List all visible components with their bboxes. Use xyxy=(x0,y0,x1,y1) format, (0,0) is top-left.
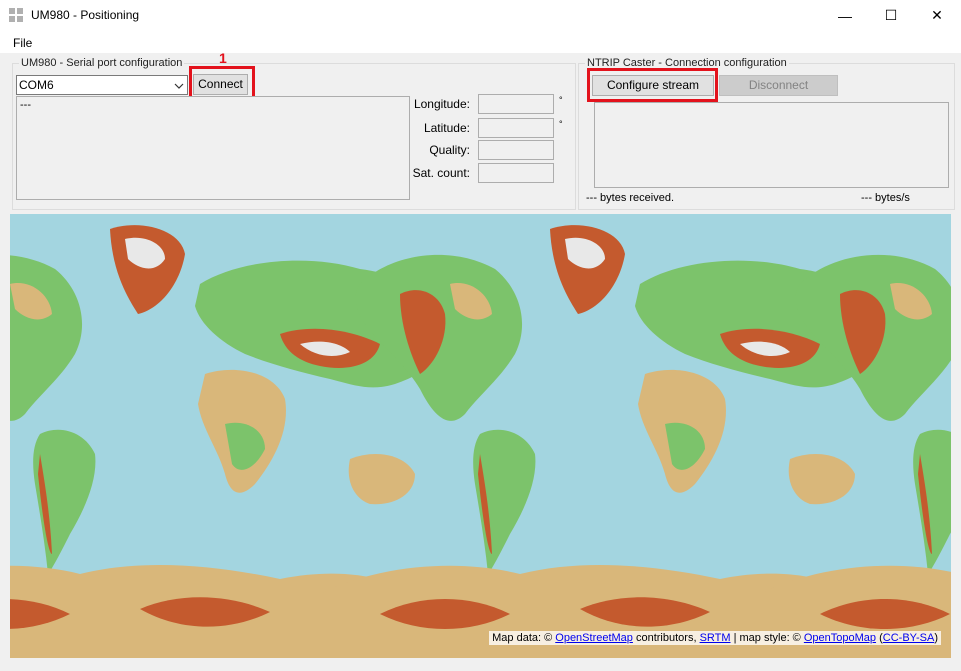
configure-stream-button[interactable]: Configure stream xyxy=(592,75,714,96)
openstreetmap-link[interactable]: OpenStreetMap xyxy=(555,632,633,644)
latitude-degree: ° xyxy=(559,119,563,129)
port-select-value: COM6 xyxy=(19,78,54,92)
serial-group-title: UM980 - Serial port configuration xyxy=(19,57,185,69)
serial-log-text: --- xyxy=(20,99,31,111)
menu-file[interactable]: File xyxy=(13,36,32,50)
title-bar xyxy=(0,0,961,31)
world-map[interactable]: Map data: © OpenStreetMap contributors, … xyxy=(10,214,951,658)
close-button[interactable]: ✕ xyxy=(914,0,960,31)
attribution-contributors: contributors, xyxy=(632,632,700,644)
connect-button[interactable]: Connect xyxy=(193,74,248,95)
map-attribution: Map data: © OpenStreetMap contributors, … xyxy=(489,631,941,645)
license-link[interactable]: CC-BY-SA xyxy=(883,632,935,644)
window-title: UM980 - Positioning xyxy=(31,8,140,22)
bytes-rate-label: --- bytes/s xyxy=(861,192,910,204)
quality-field xyxy=(478,140,554,160)
attribution-open-paren: ( xyxy=(876,632,883,644)
opentopomap-link[interactable]: OpenTopoMap xyxy=(804,632,876,644)
minimize-icon: — xyxy=(838,7,852,24)
latitude-field xyxy=(478,118,554,138)
ntrip-log[interactable] xyxy=(594,102,949,188)
maximize-icon: ☐ xyxy=(884,7,898,23)
satcount-field xyxy=(478,163,554,183)
longitude-field xyxy=(478,94,554,114)
minimize-button[interactable]: — xyxy=(822,0,868,31)
step-marker-1: 1 xyxy=(219,50,227,66)
longitude-degree: ° xyxy=(559,95,563,105)
latitude-label: Latitude: xyxy=(423,121,470,135)
menu-bar xyxy=(0,31,961,53)
satcount-label: Sat. count: xyxy=(412,166,470,180)
attribution-prefix: Map data: © xyxy=(492,632,556,644)
attribution-style: | map style: © xyxy=(730,632,804,644)
chevron-down-icon xyxy=(174,83,184,89)
close-icon: ✕ xyxy=(931,7,943,23)
srtm-link[interactable]: SRTM xyxy=(700,632,731,644)
app-icon xyxy=(9,8,23,22)
port-select[interactable]: COM6 xyxy=(16,75,188,95)
bytes-received-label: --- bytes received. xyxy=(586,192,675,204)
maximize-button[interactable]: ☐ xyxy=(868,0,914,31)
serial-log[interactable]: --- xyxy=(16,96,410,200)
map-tiles xyxy=(10,225,951,658)
longitude-label: Longitude: xyxy=(413,97,470,111)
quality-label: Quality: xyxy=(429,143,470,157)
disconnect-button[interactable]: Disconnect xyxy=(719,75,838,96)
attribution-close-paren: ) xyxy=(934,632,938,644)
